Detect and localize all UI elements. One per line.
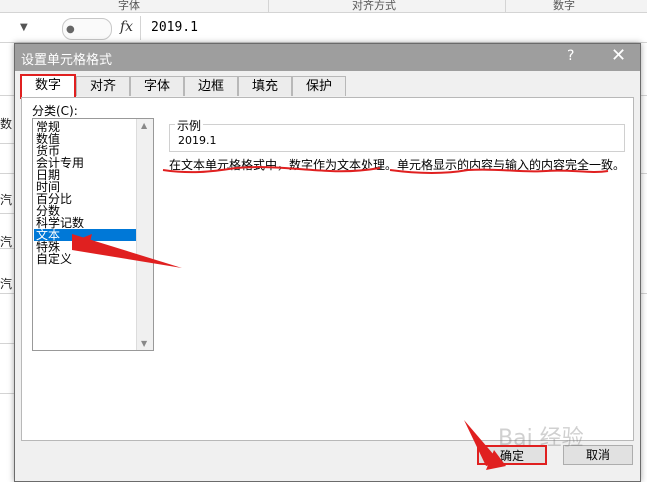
- close-icon[interactable]: ✕: [611, 45, 626, 66]
- tab-fill[interactable]: 填充: [238, 76, 292, 96]
- cell-fragment: 汽: [0, 235, 13, 249]
- cell-fragment: 汽: [0, 277, 13, 291]
- tab-alignment[interactable]: 对齐: [76, 76, 130, 96]
- dialog-titlebar[interactable]: 设置单元格格式 ? ✕: [15, 44, 640, 71]
- sample-value: 2019.1: [178, 134, 217, 147]
- ribbon-separator: [268, 0, 269, 12]
- sample-label: 示例: [175, 117, 204, 134]
- cell-fragment: 数: [0, 117, 13, 131]
- scroll-up-icon[interactable]: ▲: [141, 121, 147, 130]
- category-label: 分类(C):: [32, 104, 78, 118]
- formula-separator: [140, 16, 141, 40]
- insert-function-icon[interactable]: fx: [120, 19, 133, 35]
- namebox-dropdown-icon[interactable]: ▼: [20, 22, 28, 33]
- category-listbox[interactable]: 常规 数值 货币 会计专用 日期 时间 百分比 分数 科学记数 文本 特殊 自定…: [32, 118, 154, 351]
- scroll-down-icon[interactable]: ▼: [141, 339, 147, 348]
- tab-strip: 数字 对齐 字体 边框 填充 保护: [15, 74, 640, 99]
- ribbon-group-labels: 字体 对齐方式 数字: [0, 0, 647, 13]
- description-part-2: 单元格显示的内容与输入的内容完全一致。: [397, 158, 626, 172]
- number-tab-panel: 分类(C): 常规 数值 货币 会计专用 日期 时间 百分比 分数 科学记数 文…: [21, 97, 634, 441]
- formula-controls-icon: ●: [66, 24, 75, 35]
- description-part-1: 在文本单元格格式中，数字作为文本处理。: [169, 158, 398, 172]
- help-icon[interactable]: ?: [567, 48, 574, 64]
- tab-number[interactable]: 数字: [20, 74, 76, 99]
- dialog-title: 设置单元格格式: [21, 53, 113, 68]
- formula-input[interactable]: 2019.1: [151, 20, 198, 35]
- category-item[interactable]: 自定义: [34, 253, 139, 265]
- ribbon-separator: [505, 0, 506, 12]
- category-scrollbar[interactable]: ▲ ▼: [136, 119, 153, 350]
- ribbon-group-font: 字体: [118, 0, 140, 12]
- formula-bar: ▼ ● fx 2019.1: [0, 14, 647, 43]
- cell-fragment: 汽: [0, 193, 13, 207]
- watermark-logo: Bai 经验: [498, 426, 584, 451]
- ribbon-group-alignment: 对齐方式: [352, 0, 396, 12]
- tab-border[interactable]: 边框: [184, 76, 238, 96]
- tab-protection[interactable]: 保护: [292, 76, 346, 96]
- format-cells-dialog: 设置单元格格式 ? ✕ 数字 对齐 字体 边框 填充 保护 分类(C): 常规 …: [14, 43, 641, 482]
- tab-font[interactable]: 字体: [130, 76, 184, 96]
- ribbon-group-number: 数字: [553, 0, 575, 12]
- format-description: 在文本单元格格式中，数字作为文本处理。单元格显示的内容与输入的内容完全一致。: [169, 156, 625, 173]
- sample-box: 2019.1: [169, 124, 625, 152]
